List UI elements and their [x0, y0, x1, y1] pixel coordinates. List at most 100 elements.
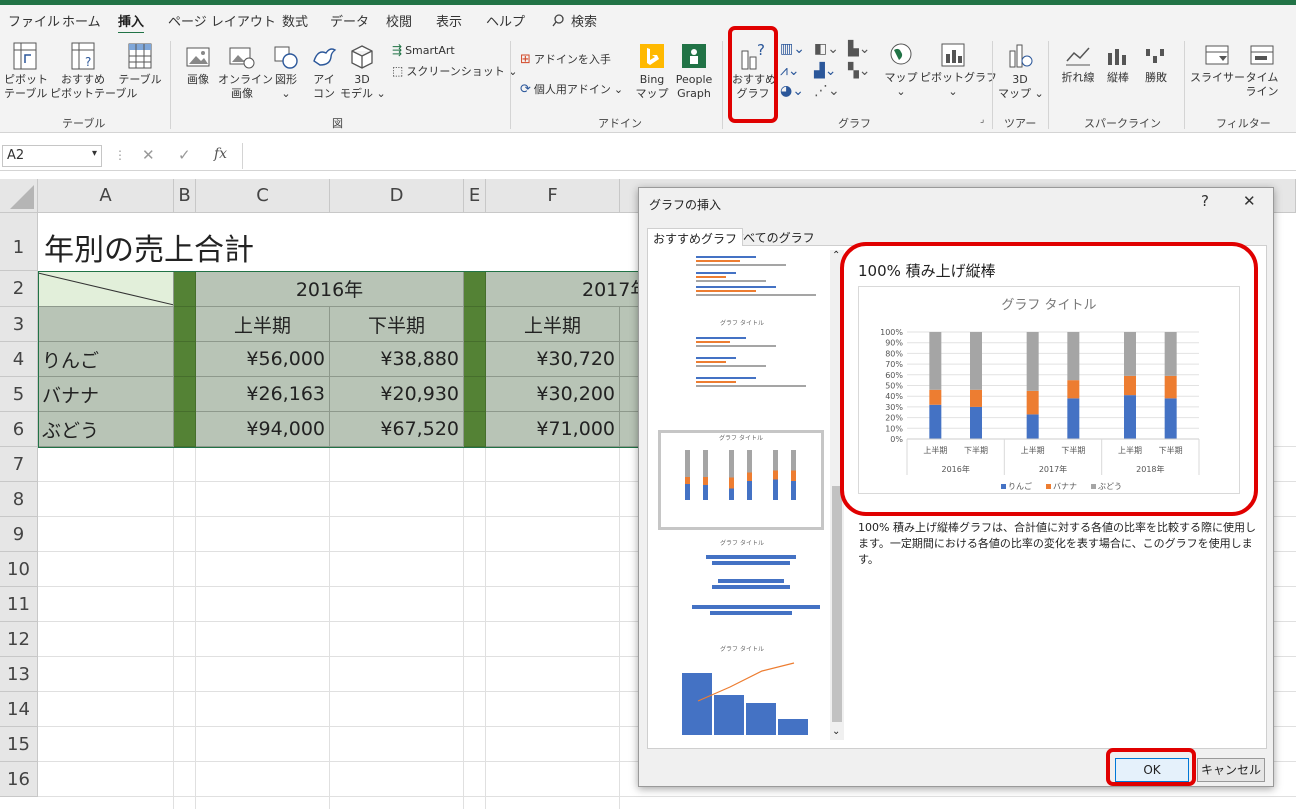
hierarchy-chart-icon[interactable]: ◧⌄ — [814, 41, 839, 57]
cancel-icon[interactable]: ✕ — [142, 146, 155, 164]
chart-dialog-launcher-icon[interactable]: ⌟ — [980, 115, 984, 125]
cell-d4[interactable]: ¥38,880 — [330, 342, 464, 377]
sparkline-line-button[interactable]: 折れ線 — [1056, 43, 1100, 85]
cell-g6[interactable] — [620, 412, 640, 447]
row-header-14[interactable]: 14 — [0, 692, 38, 727]
cell-d6[interactable]: ¥67,520 — [330, 412, 464, 447]
cell-f6[interactable]: ¥71,000 — [486, 412, 620, 447]
tab-home[interactable]: ホーム — [62, 11, 101, 30]
enter-icon[interactable]: ✓ — [178, 146, 191, 164]
tab-review[interactable]: 校閲 — [386, 11, 412, 30]
row-header-3[interactable]: 3 — [0, 307, 38, 342]
shapes-button[interactable]: 図形 ⌄ — [268, 43, 304, 101]
cell-g5[interactable] — [620, 377, 640, 412]
3d-model-button[interactable]: 3D モデル ⌄ — [340, 43, 386, 101]
sparkline-winloss-button[interactable]: 勝敗 — [1138, 43, 1174, 85]
thumb-funnel[interactable]: グラフ タイトル — [662, 538, 822, 638]
scroll-thumb[interactable] — [832, 486, 842, 722]
image-button[interactable]: 画像 — [178, 43, 218, 87]
my-addins-button[interactable]: ⟳ 個人用アドイン ⌄ — [520, 81, 623, 97]
bing-maps-button[interactable]: Bing マップ — [634, 43, 670, 101]
row-header-10[interactable]: 10 — [0, 552, 38, 587]
line-chart-icon[interactable]: ⩘⌄ — [780, 63, 800, 79]
col-header-b[interactable]: B — [174, 179, 196, 213]
3d-map-button[interactable]: 3D マップ ⌄ — [998, 41, 1044, 101]
search-box[interactable]: 検索 — [552, 11, 597, 30]
cell-a2-diagonal[interactable] — [38, 271, 174, 307]
online-image-button[interactable]: オンライン 画像 — [218, 43, 273, 101]
table-button[interactable]: テーブル — [118, 41, 162, 87]
cell-year-2016[interactable]: 2016年 — [196, 271, 464, 307]
cell-g3[interactable] — [620, 307, 640, 342]
cell-year-2017[interactable]: 2017年 — [486, 271, 640, 307]
function-icon[interactable]: fx — [214, 146, 227, 162]
formula-input[interactable] — [242, 143, 1296, 169]
column-chart-icon[interactable]: ▥⌄ — [780, 41, 805, 57]
cell-e5[interactable] — [464, 377, 486, 412]
tab-page-layout[interactable]: ページ レイアウト — [168, 11, 276, 30]
map-chart-button[interactable]: マップ ⌄ — [884, 41, 918, 99]
sparkline-column-button[interactable]: 縦棒 — [1100, 43, 1136, 85]
cell-c5[interactable]: ¥26,163 — [196, 377, 330, 412]
row-header-1[interactable]: 1 — [0, 213, 38, 271]
name-box[interactable]: A2 ▾ — [2, 145, 102, 167]
row-header-8[interactable]: 8 — [0, 482, 38, 517]
row-header-2[interactable]: 2 — [0, 271, 38, 307]
cell-g4[interactable] — [620, 342, 640, 377]
cell-e4[interactable] — [464, 342, 486, 377]
row-header-11[interactable]: 11 — [0, 587, 38, 622]
select-all-corner[interactable] — [0, 179, 38, 213]
cell-e6[interactable] — [464, 412, 486, 447]
col-header-e[interactable]: E — [464, 179, 486, 213]
scroll-up-icon[interactable]: ⌃ — [832, 250, 840, 261]
cell-a6[interactable]: ぶどう — [38, 412, 174, 447]
row-header-12[interactable]: 12 — [0, 622, 38, 657]
row-header-5[interactable]: 5 — [0, 377, 38, 412]
row-header-13[interactable]: 13 — [0, 657, 38, 692]
cell-c4[interactable]: ¥56,000 — [196, 342, 330, 377]
waterfall-chart-icon[interactable]: ▙⌄ — [848, 41, 871, 57]
col-header-a[interactable]: A — [38, 179, 174, 213]
cell-a3[interactable] — [38, 307, 174, 342]
row-header-7[interactable]: 7 — [0, 447, 38, 482]
tab-file[interactable]: ファイル — [8, 11, 60, 30]
thumb-clustered-bar[interactable] — [662, 252, 822, 312]
slicer-button[interactable]: スライサー — [1190, 43, 1245, 85]
cell-d3[interactable]: 下半期 — [330, 307, 464, 342]
tab-recommended-charts[interactable]: おすすめグラフ — [647, 228, 744, 246]
cell-c3[interactable]: 上半期 — [196, 307, 330, 342]
tab-view[interactable]: 表示 — [436, 11, 462, 30]
get-addins-button[interactable]: ⊞ アドインを入手 — [520, 51, 611, 67]
pie-chart-icon[interactable]: ◕⌄ — [780, 83, 804, 99]
row-header-9[interactable]: 9 — [0, 517, 38, 552]
cell-b3[interactable] — [174, 307, 196, 342]
col-header-f[interactable]: F — [486, 179, 620, 213]
cell-f4[interactable]: ¥30,720 — [486, 342, 620, 377]
people-graph-button[interactable]: People Graph — [672, 43, 716, 101]
combo-chart-icon[interactable]: ▚⌄ — [848, 63, 871, 79]
help-button[interactable]: ? — [1201, 192, 1209, 210]
scroll-down-icon[interactable]: ⌄ — [832, 726, 840, 737]
tab-data[interactable]: データ — [330, 11, 369, 30]
close-button[interactable]: ✕ — [1243, 192, 1256, 210]
cell-a5[interactable]: バナナ — [38, 377, 174, 412]
icons-button[interactable]: アイ コン — [306, 43, 342, 101]
cell-f3[interactable]: 上半期 — [486, 307, 620, 342]
tab-insert[interactable]: 挿入 — [118, 11, 145, 35]
recommended-pivot-button[interactable]: ? おすすめ ピボットテーブル — [50, 41, 137, 101]
cell-e3[interactable] — [464, 307, 486, 342]
pivot-table-button[interactable]: ピボット テーブル — [4, 41, 48, 101]
row-header-6[interactable]: 6 — [0, 412, 38, 447]
col-header-d[interactable]: D — [330, 179, 464, 213]
row-header-4[interactable]: 4 — [0, 342, 38, 377]
thumb-clustered-bar-2[interactable]: グラフ タイトル — [662, 318, 822, 416]
screenshot-button[interactable]: ⬚ スクリーンショット ⌄ — [392, 63, 518, 79]
cell-b5[interactable] — [174, 377, 196, 412]
smartart-button[interactable]: ⇶ SmartArt — [392, 43, 455, 57]
tab-help[interactable]: ヘルプ — [486, 11, 525, 30]
thumb-100-stacked-column[interactable]: グラフ タイトル — [658, 430, 824, 530]
cancel-button[interactable]: キャンセル — [1197, 758, 1265, 782]
cell-a4[interactable]: りんご — [38, 342, 174, 377]
cell-b6[interactable] — [174, 412, 196, 447]
cell-b4[interactable] — [174, 342, 196, 377]
